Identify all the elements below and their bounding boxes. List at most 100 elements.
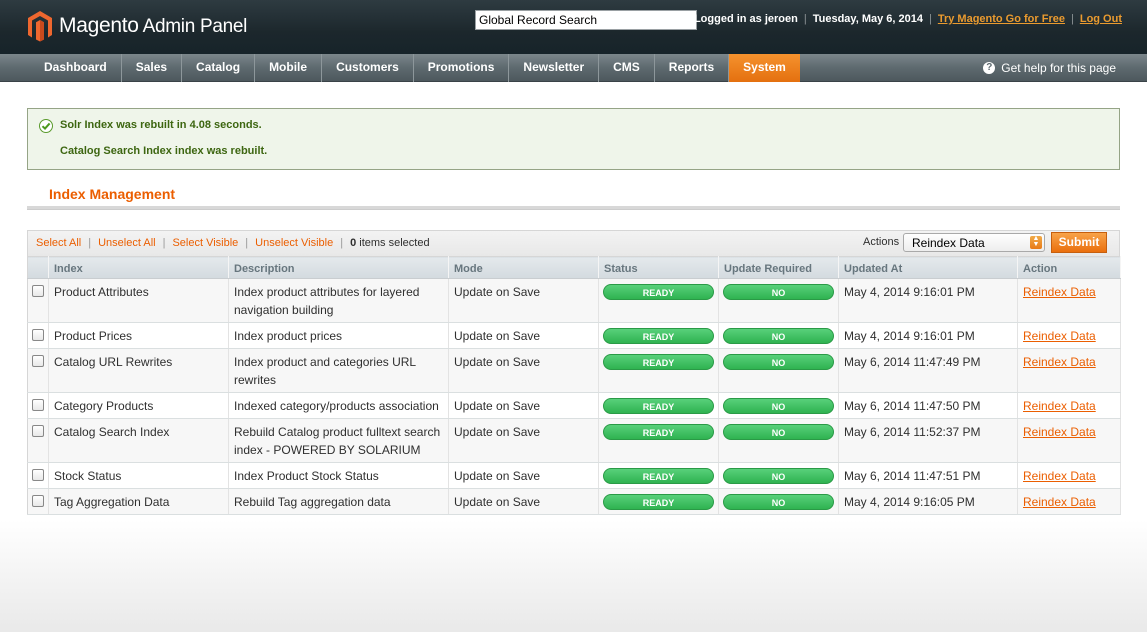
column-header-index[interactable]: Index: [48, 256, 229, 279]
select-arrows-icon: ▲ ▼: [1030, 235, 1042, 249]
update-required-badge: NO: [723, 424, 834, 440]
column-header-select: [27, 256, 49, 279]
logged-in-text: Logged in as jeroen: [693, 13, 798, 25]
actions-label: Actions: [863, 236, 900, 248]
cell-updated-at: May 6, 2014 11:52:37 PM: [838, 418, 1018, 463]
reindex-data-link[interactable]: Reindex Data: [1023, 329, 1096, 343]
reindex-data-link[interactable]: Reindex Data: [1023, 469, 1096, 483]
cell-description: Rebuild Catalog product fulltext search …: [228, 418, 449, 463]
actions-select[interactable]: Reindex Data ▲ ▼: [903, 233, 1045, 252]
cell-description: Index product prices: [228, 322, 449, 349]
table-row: Product Prices Index product prices Upda…: [27, 322, 1121, 349]
logo-text: Magento Admin Panel: [59, 14, 248, 37]
selected-count-label: items selected: [359, 237, 430, 249]
unselect-visible-link[interactable]: Unselect Visible: [255, 237, 333, 249]
status-badge: READY: [603, 424, 714, 440]
cell-index: Catalog URL Rewrites: [48, 348, 229, 393]
cell-description: Rebuild Tag aggregation data: [228, 488, 449, 515]
row-checkbox[interactable]: [32, 495, 44, 507]
cell-description: Index product and categories URL rewrite…: [228, 348, 449, 393]
row-checkbox[interactable]: [32, 329, 44, 341]
column-header-updated-at[interactable]: Updated At: [838, 256, 1018, 279]
logout-link[interactable]: Log Out: [1080, 13, 1122, 25]
update-required-badge: NO: [723, 284, 834, 300]
submit-button[interactable]: Submit: [1051, 232, 1107, 253]
update-required-badge: NO: [723, 354, 834, 370]
nav-item-sales[interactable]: Sales: [122, 54, 183, 82]
row-checkbox[interactable]: [32, 285, 44, 297]
title-divider: [27, 206, 1120, 210]
update-required-badge: NO: [723, 494, 834, 510]
main-nav: Dashboard Sales Catalog Mobile Customers…: [0, 54, 1147, 82]
cell-updated-at: May 6, 2014 11:47:49 PM: [838, 348, 1018, 393]
success-messages: Solr Index was rebuilt in 4.08 seconds. …: [27, 108, 1120, 170]
cell-index: Product Attributes: [48, 278, 229, 323]
nav-item-promotions[interactable]: Promotions: [414, 54, 510, 82]
table-row: Category Products Indexed category/produ…: [27, 392, 1121, 419]
row-checkbox[interactable]: [32, 399, 44, 411]
cell-index: Catalog Search Index: [48, 418, 229, 463]
cell-mode: Update on Save: [448, 462, 599, 489]
help-icon: ?: [983, 62, 996, 74]
select-visible-link[interactable]: Select Visible: [172, 237, 238, 249]
update-required-badge: NO: [723, 398, 834, 414]
reindex-data-link[interactable]: Reindex Data: [1023, 495, 1096, 509]
nav-item-customers[interactable]: Customers: [322, 54, 414, 82]
status-badge: READY: [603, 354, 714, 370]
status-badge: READY: [603, 398, 714, 414]
status-badge: READY: [603, 284, 714, 300]
massaction-bar: Select All | Unselect All | Select Visible | U…: [27, 230, 1120, 256]
nav-item-catalog[interactable]: Catalog: [182, 54, 256, 82]
unselect-all-link[interactable]: Unselect All: [98, 237, 155, 249]
row-checkbox[interactable]: [32, 425, 44, 437]
cell-description: Index product attributes for layered nav…: [228, 278, 449, 323]
cell-index: Category Products: [48, 392, 229, 419]
row-checkbox[interactable]: [32, 355, 44, 367]
selected-count: 0: [350, 237, 357, 249]
reindex-data-link[interactable]: Reindex Data: [1023, 285, 1096, 299]
cell-mode: Update on Save: [448, 322, 599, 349]
nav-item-dashboard[interactable]: Dashboard: [30, 54, 122, 82]
cell-description: Index Product Stock Status: [228, 462, 449, 489]
cell-updated-at: May 6, 2014 11:47:51 PM: [838, 462, 1018, 489]
cell-updated-at: May 6, 2014 11:47:50 PM: [838, 392, 1018, 419]
page-title: Index Management: [49, 186, 176, 202]
reindex-data-link[interactable]: Reindex Data: [1023, 425, 1096, 439]
success-message: Solr Index was rebuilt in 4.08 seconds.: [60, 119, 262, 131]
cell-description: Indexed category/products association: [228, 392, 449, 419]
cell-mode: Update on Save: [448, 348, 599, 393]
magento-logo-icon: [28, 11, 52, 42]
update-required-badge: NO: [723, 328, 834, 344]
cell-index: Product Prices: [48, 322, 229, 349]
help-link[interactable]: ? Get help for this page: [983, 54, 1116, 82]
header: MagentoAdmin Panel Logged in as jeroen|T…: [0, 0, 1147, 54]
nav-item-cms[interactable]: CMS: [599, 54, 655, 82]
column-header-mode[interactable]: Mode: [448, 256, 599, 279]
help-link-label: Get help for this page: [1001, 60, 1116, 75]
column-header-description[interactable]: Description: [228, 256, 449, 279]
nav-item-reports[interactable]: Reports: [655, 54, 730, 82]
table-row: Catalog URL Rewrites Index product and c…: [27, 348, 1121, 393]
select-all-link[interactable]: Select All: [36, 237, 81, 249]
status-badge: READY: [603, 494, 714, 510]
nav-item-mobile[interactable]: Mobile: [255, 54, 323, 82]
reindex-data-link[interactable]: Reindex Data: [1023, 399, 1096, 413]
cell-mode: Update on Save: [448, 278, 599, 323]
column-header-status[interactable]: Status: [598, 256, 719, 279]
row-checkbox[interactable]: [32, 469, 44, 481]
current-date: Tuesday, May 6, 2014: [812, 13, 923, 25]
table-row: Catalog Search Index Rebuild Catalog pro…: [27, 418, 1121, 463]
reindex-data-link[interactable]: Reindex Data: [1023, 355, 1096, 369]
table-row: Product Attributes Index product attribu…: [27, 278, 1121, 323]
nav-item-system[interactable]: System: [729, 54, 800, 82]
update-required-badge: NO: [723, 468, 834, 484]
column-header-update-required[interactable]: Update Required: [718, 256, 839, 279]
nav-item-newsletter[interactable]: Newsletter: [509, 54, 600, 82]
table-row: Tag Aggregation Data Rebuild Tag aggrega…: [27, 488, 1121, 515]
cell-mode: Update on Save: [448, 418, 599, 463]
logo[interactable]: Magento Admin Panel: [27, 10, 247, 42]
cell-mode: Update on Save: [448, 392, 599, 419]
global-search-input[interactable]: [475, 10, 697, 30]
header-links: Logged in as jeroen | Tuesday, May 6, 2014…: [693, 13, 1122, 25]
try-magento-go-link[interactable]: Try Magento Go for Free: [938, 13, 1065, 25]
